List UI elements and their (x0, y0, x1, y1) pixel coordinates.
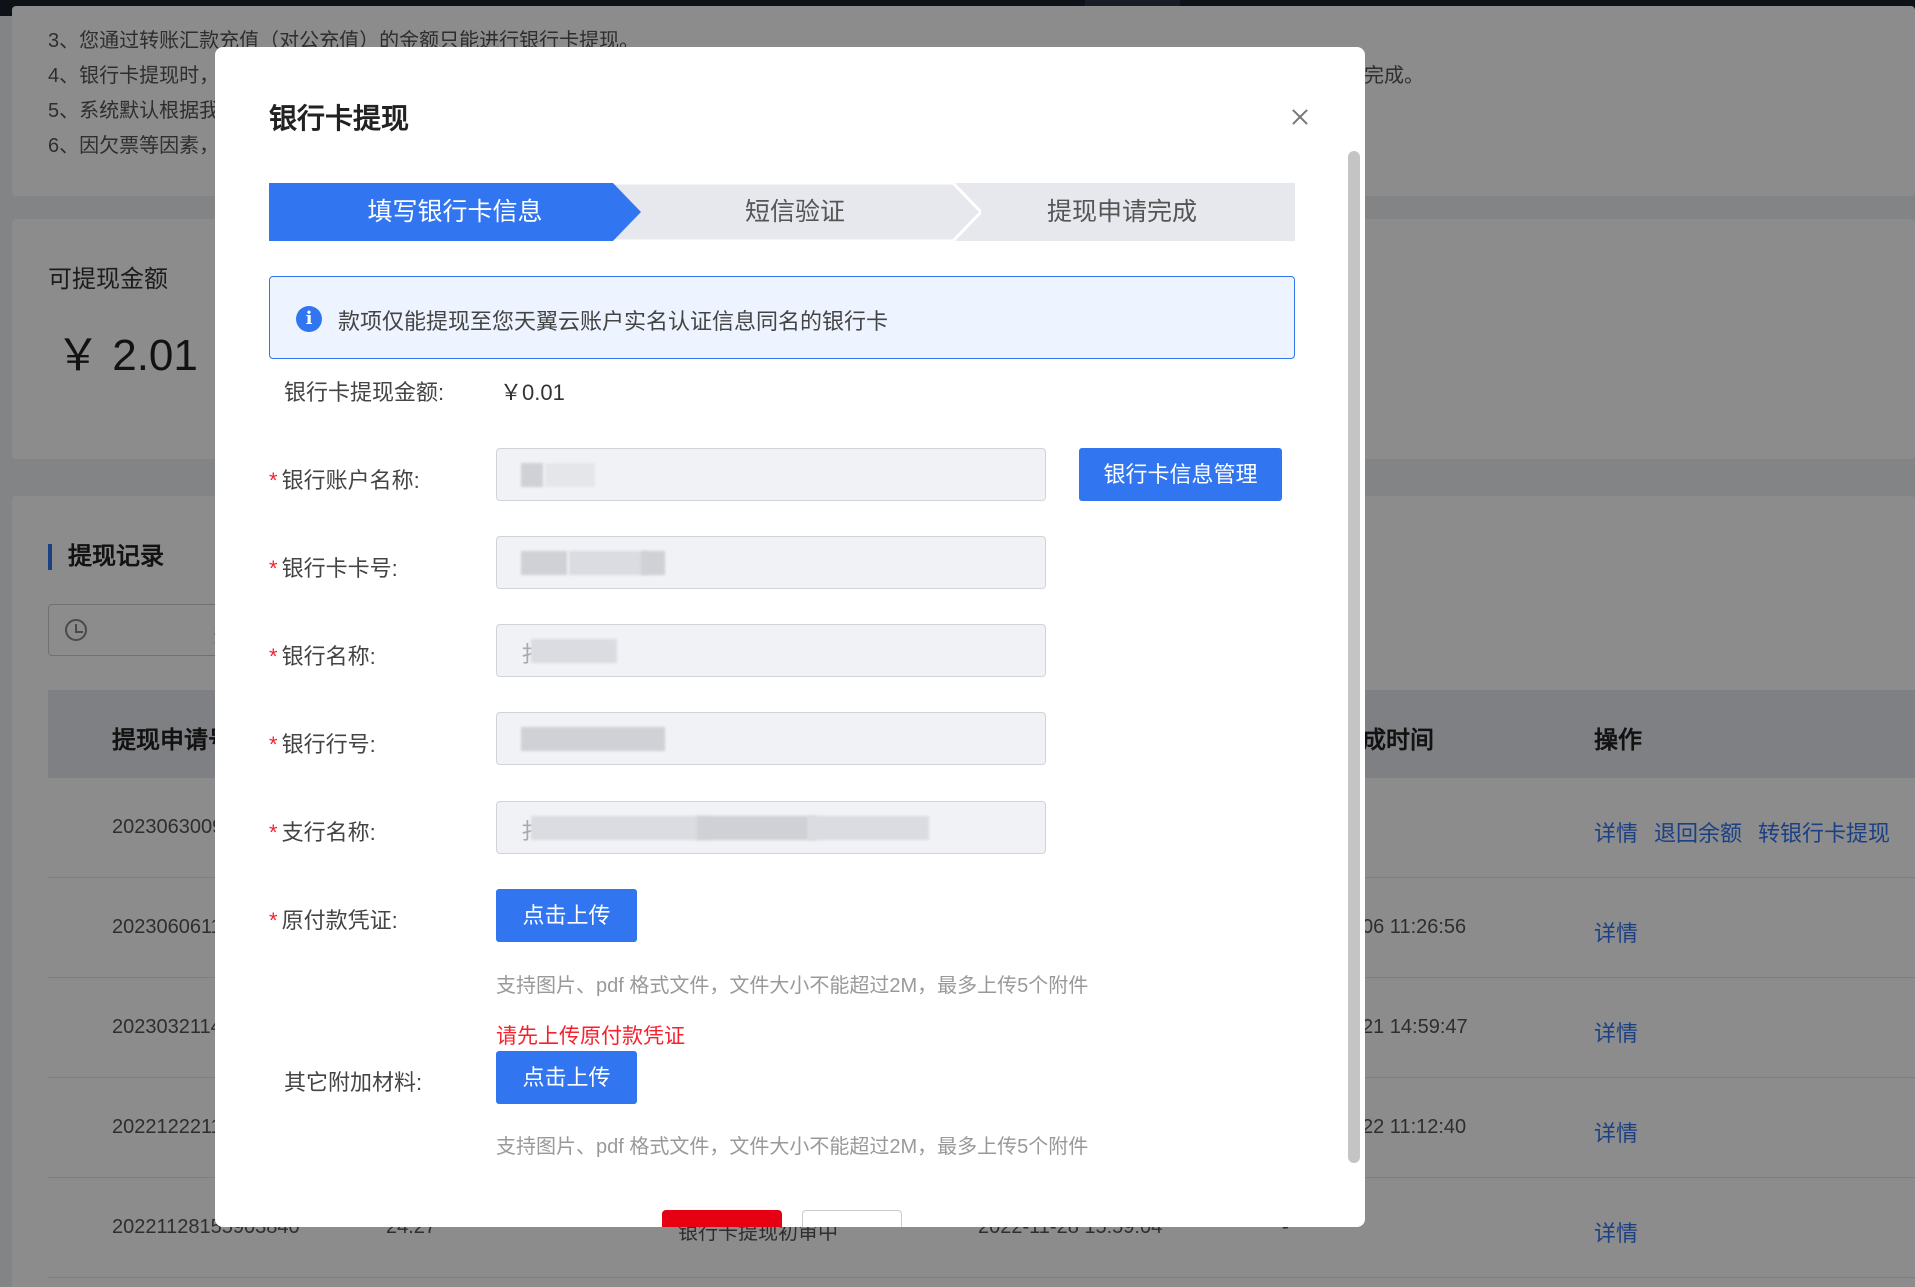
close-icon[interactable] (1288, 105, 1312, 129)
card-number-field[interactable] (496, 536, 1046, 589)
amount-value: ￥0.01 (500, 380, 565, 405)
voucher-label-text: 原付款凭证: (281, 908, 398, 933)
card-number-label: * 银行卡卡号: (269, 551, 398, 583)
step-fill-bank-info: 填写银行卡信息 (269, 183, 641, 241)
step-progress: 提现申请完成 短信验证 填写银行卡信息 (269, 183, 1295, 241)
dialog-title: 银行卡提现 (269, 103, 410, 134)
redacted-text (569, 551, 649, 575)
bank-name-label-text: 银行名称: (281, 644, 376, 669)
cancel-button[interactable] (802, 1210, 902, 1227)
bank-name-field[interactable]: 扌 (496, 624, 1046, 677)
redacted-text (641, 551, 665, 575)
required-mark: * (269, 908, 278, 933)
info-alert-text: 款项仅能提现至您天翼云账户实名认证信息同名的银行卡 (338, 309, 889, 334)
info-alert: i 款项仅能提现至您天翼云账户实名认证信息同名的银行卡 (269, 276, 1295, 359)
voucher-upload-button[interactable]: 点击上传 (496, 889, 637, 942)
account-name-label-text: 银行账户名称: (281, 468, 420, 493)
other-upload-button[interactable]: 点击上传 (496, 1051, 637, 1104)
other-materials-label: 其它附加材料: (284, 1070, 423, 1095)
required-mark: * (269, 644, 278, 669)
step-label: 填写银行卡信息 (367, 198, 543, 226)
branch-name-label-text: 支行名称: (281, 820, 376, 845)
bank-withdraw-dialog: 银行卡提现 提现申请完成 短信验证 填写银行卡信息 i 款项仅能提现至您天翼云账… (215, 47, 1365, 1227)
required-mark: * (269, 556, 278, 581)
redacted-text (807, 816, 929, 840)
card-number-label-text: 银行卡卡号: (281, 556, 398, 581)
required-mark: * (269, 732, 278, 757)
account-name-field[interactable] (496, 448, 1046, 501)
required-mark: * (269, 468, 278, 493)
branch-name-label: * 支行名称: (269, 815, 376, 847)
step-label: 短信验证 (744, 198, 845, 226)
redacted-text (521, 551, 567, 575)
required-mark: * (269, 820, 278, 845)
step-complete: 提现申请完成 (949, 183, 1295, 241)
bank-card-manage-button[interactable]: 银行卡信息管理 (1079, 448, 1282, 501)
bank-code-label: * 银行行号: (269, 727, 376, 759)
redacted-text (521, 463, 543, 487)
branch-name-field[interactable]: 扌 (496, 801, 1046, 854)
step-sms-verify: 短信验证 (609, 183, 981, 241)
redacted-text (545, 463, 595, 487)
next-step-button[interactable] (662, 1210, 782, 1227)
voucher-label: * 原付款凭证: (269, 903, 398, 935)
step-label: 提现申请完成 (1046, 198, 1197, 226)
redacted-text (531, 816, 711, 840)
other-upload-hint: 支持图片、pdf 格式文件，文件大小不能超过2M，最多上传5个附件 (496, 1136, 1089, 1158)
redacted-text (521, 727, 665, 751)
bank-name-label: * 银行名称: (269, 639, 376, 671)
redacted-text (531, 639, 617, 663)
voucher-error-message: 请先上传原付款凭证 (496, 1025, 685, 1048)
info-icon: i (296, 306, 322, 332)
bank-code-field[interactable] (496, 712, 1046, 765)
redacted-text (697, 816, 817, 840)
account-name-label: * 银行账户名称: (269, 463, 420, 495)
amount-label: 银行卡提现金额: (284, 380, 445, 405)
voucher-upload-hint: 支持图片、pdf 格式文件，文件大小不能超过2M，最多上传5个附件 (496, 975, 1089, 997)
bank-code-label-text: 银行行号: (281, 732, 376, 757)
dialog-scrollbar-thumb[interactable] (1348, 151, 1360, 1163)
